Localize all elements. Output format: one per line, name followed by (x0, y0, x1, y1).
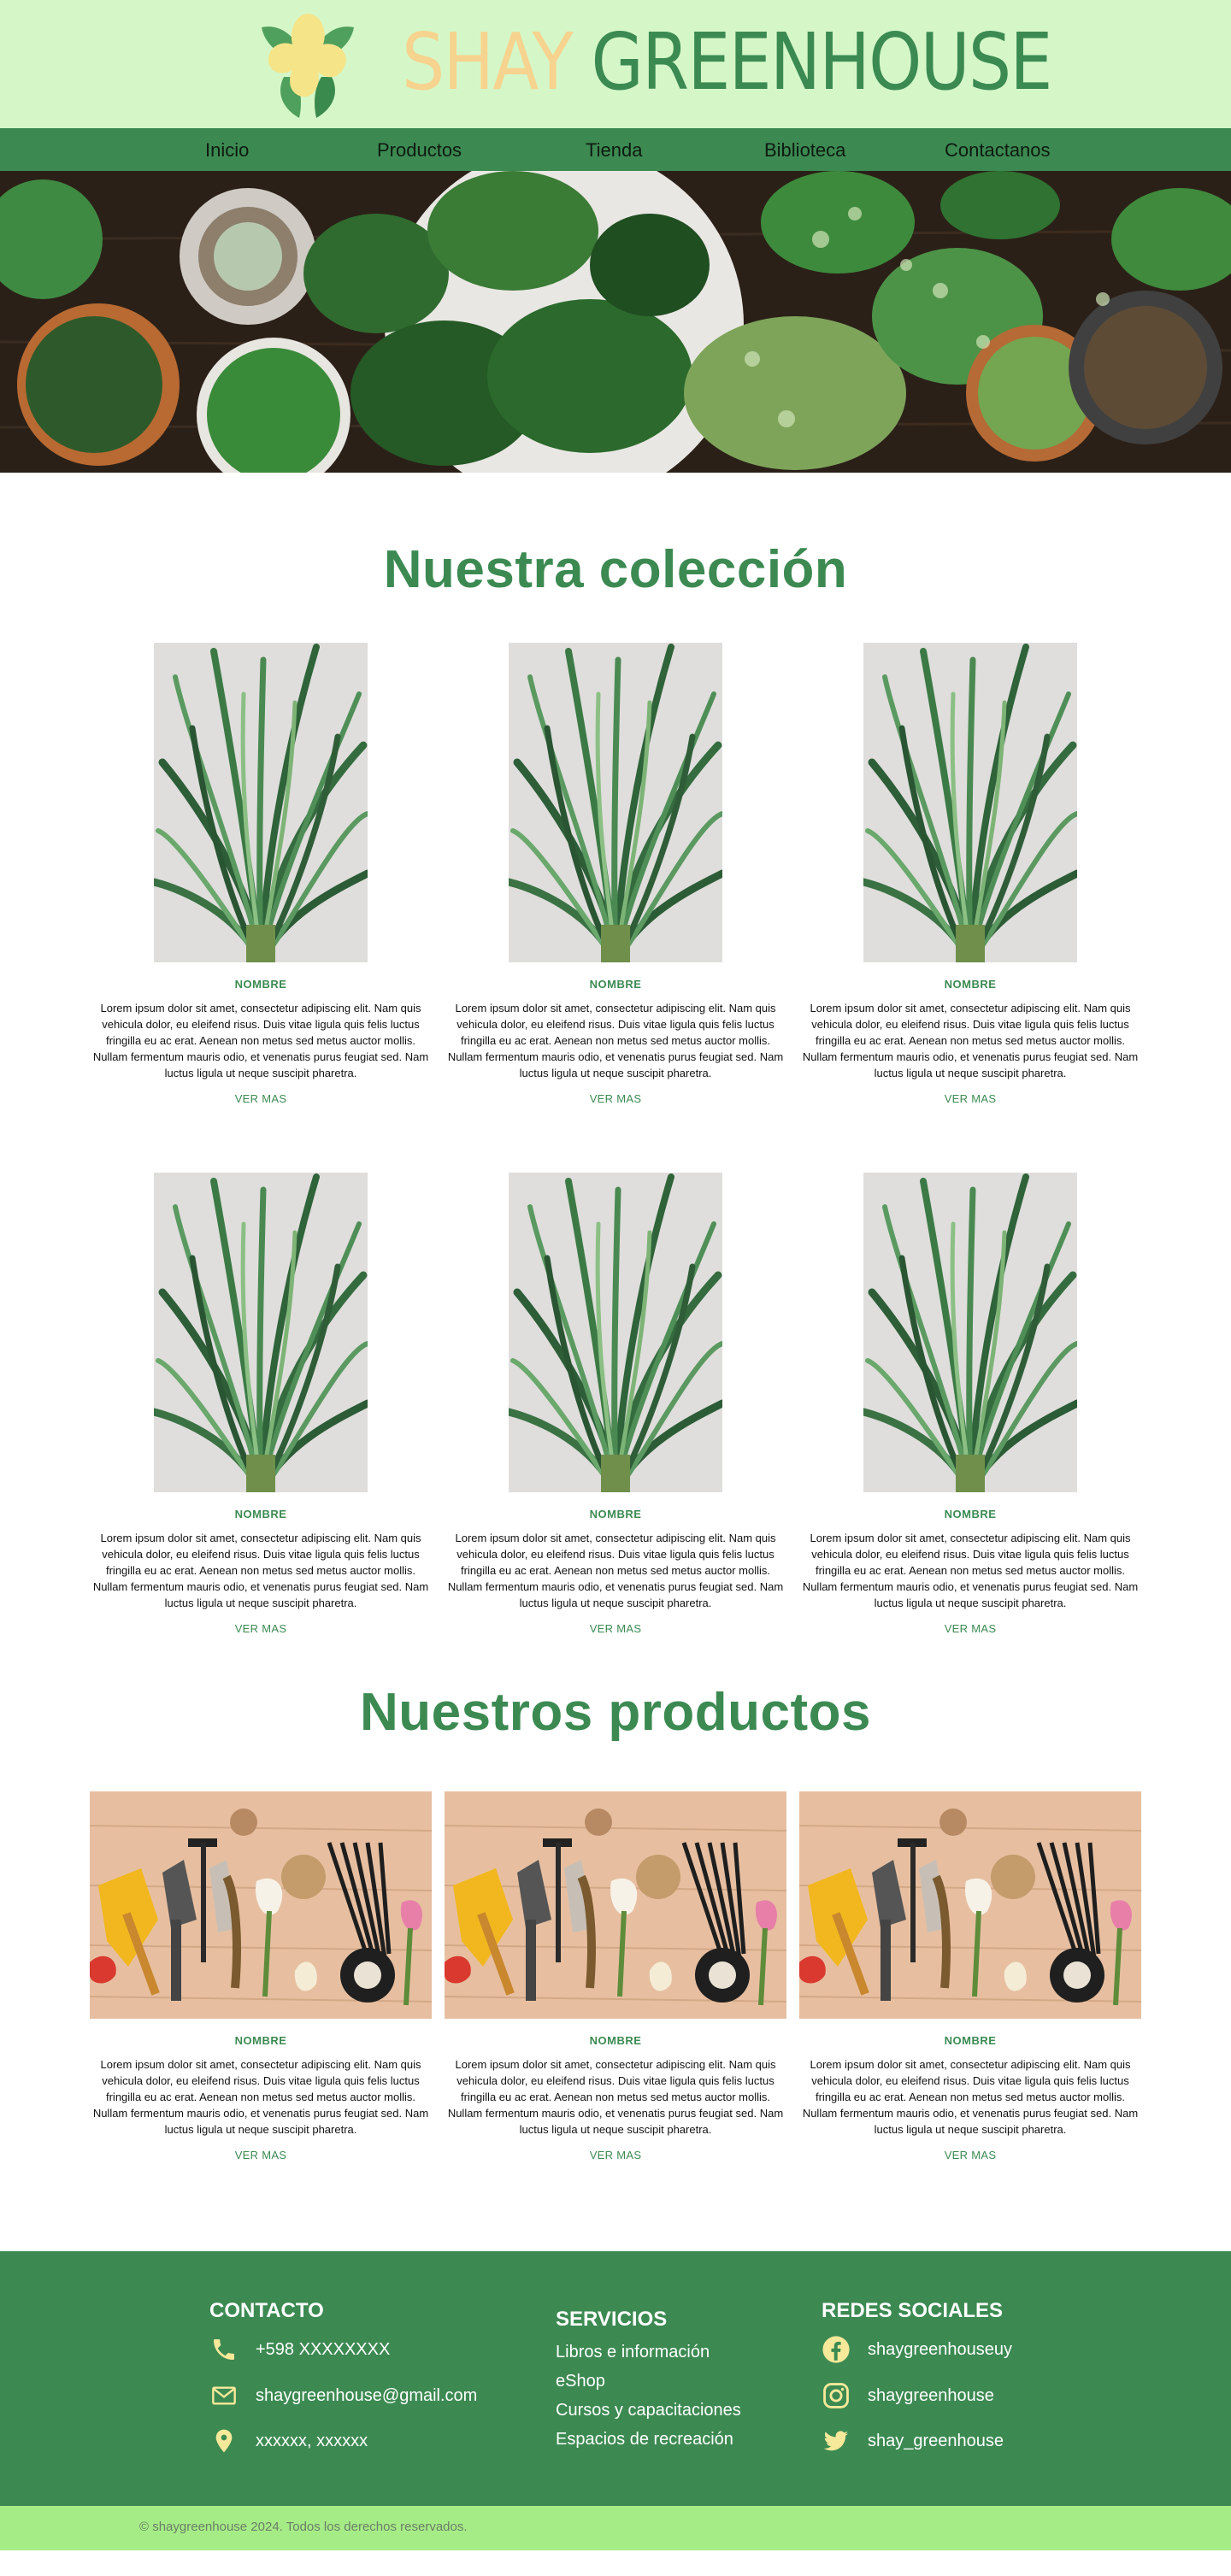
collection-card: NOMBRE Lorem ipsum dolor sit amet, conse… (799, 643, 1141, 1107)
site-footer: CONTACTO +598 XXXXXXXX shaygreenhouse@gm… (0, 2251, 1231, 2506)
social-twitter[interactable]: shay_greenhouse (822, 2426, 1004, 2455)
social-twitter-text: shay_greenhouse (868, 2431, 1004, 2450)
nav-contactanos[interactable]: Contactanos (945, 139, 1051, 162)
social-facebook[interactable]: shaygreenhouseuy (822, 2335, 1012, 2364)
collection-title: Nuestra colección (383, 540, 848, 599)
brand-first-word: SHAY (402, 16, 574, 108)
contact-location-text: xxxxxx, xxxxxx (256, 2431, 368, 2450)
main-nav: Inicio Productos Tienda Biblioteca Conta… (0, 128, 1231, 171)
card-description: Lorem ipsum dolor sit amet, consectetur … (447, 1002, 784, 1079)
service-link-cursos[interactable]: Cursos y capacitaciones (556, 2401, 741, 2420)
collection-card: NOMBRE Lorem ipsum dolor sit amet, conse… (90, 1173, 432, 1637)
plant-image[interactable] (154, 1173, 368, 1492)
collection-row-2: NOMBRE Lorem ipsum dolor sit amet, conse… (0, 1173, 1231, 1679)
plant-image[interactable] (863, 1173, 1077, 1492)
product-card: NOMBRE Lorem ipsum dolor sit amet, conse… (445, 1791, 786, 2163)
card-title: NOMBRE (944, 1508, 997, 1520)
collection-card: NOMBRE Lorem ipsum dolor sit amet, conse… (799, 1173, 1141, 1637)
ver-mas-link[interactable]: VER MAS (945, 1622, 997, 1635)
card-title: NOMBRE (589, 978, 642, 991)
site-header: SHAY GREENHOUSE (0, 0, 1231, 128)
social-heading: REDES SOCIALES (822, 2299, 1004, 2322)
card-title: NOMBRE (234, 978, 287, 991)
copyright-bar: © shaygreenhouse 2024. Todos los derecho… (0, 2506, 1231, 2550)
ver-mas-link[interactable]: VER MAS (945, 1092, 997, 1105)
services-heading: SERVICIOS (556, 2308, 668, 2331)
ver-mas-link[interactable]: VER MAS (945, 2149, 997, 2161)
service-link-espacios[interactable]: Espacios de recreación (556, 2430, 733, 2450)
nav-tienda[interactable]: Tienda (586, 139, 642, 162)
ver-mas-link[interactable]: VER MAS (235, 1622, 287, 1635)
collection-card: NOMBRE Lorem ipsum dolor sit amet, conse… (445, 1173, 786, 1637)
card-description: Lorem ipsum dolor sit amet, consectetur … (447, 2058, 784, 2136)
facebook-icon (822, 2335, 851, 2364)
products-title: Nuestros productos (359, 1683, 872, 1742)
card-description: Lorem ipsum dolor sit amet, consectetur … (802, 1532, 1139, 1609)
card-description: Lorem ipsum dolor sit amet, consectetur … (802, 1002, 1139, 1079)
card-title: NOMBRE (944, 2034, 997, 2047)
product-image[interactable] (445, 1791, 786, 2019)
phone-icon (209, 2335, 239, 2364)
social-instagram[interactable]: shaygreenhouse (822, 2381, 994, 2410)
contact-location[interactable]: xxxxxx, xxxxxx (209, 2426, 368, 2455)
ver-mas-link[interactable]: VER MAS (590, 1092, 642, 1105)
mail-icon (209, 2381, 239, 2410)
card-description: Lorem ipsum dolor sit amet, consectetur … (802, 2058, 1139, 2136)
plant-image[interactable] (154, 643, 368, 962)
card-description: Lorem ipsum dolor sit amet, consectetur … (92, 1532, 429, 1609)
social-instagram-text: shaygreenhouse (868, 2385, 994, 2405)
card-title: NOMBRE (589, 2034, 642, 2047)
service-link-libros[interactable]: Libros e información (556, 2343, 710, 2362)
contact-heading: CONTACTO (209, 2299, 324, 2322)
plant-image[interactable] (863, 643, 1077, 962)
card-description: Lorem ipsum dolor sit amet, consectetur … (92, 2058, 429, 2136)
product-card: NOMBRE Lorem ipsum dolor sit amet, conse… (90, 1791, 432, 2163)
plant-image[interactable] (509, 643, 722, 962)
logo-flower-icon[interactable] (250, 9, 366, 120)
contact-phone[interactable]: +598 XXXXXXXX (209, 2335, 390, 2364)
contact-phone-text: +598 XXXXXXXX (256, 2339, 391, 2359)
ver-mas-link[interactable]: VER MAS (235, 2149, 287, 2161)
plant-image[interactable] (509, 1173, 722, 1492)
nav-productos[interactable]: Productos (377, 139, 462, 162)
twitter-icon (822, 2426, 851, 2455)
card-title: NOMBRE (589, 1508, 642, 1520)
collection-card: NOMBRE Lorem ipsum dolor sit amet, conse… (445, 643, 786, 1107)
card-title: NOMBRE (234, 1508, 287, 1520)
collection-row-1: NOMBRE Lorem ipsum dolor sit amet, conse… (0, 643, 1231, 1173)
ver-mas-link[interactable]: VER MAS (590, 1622, 642, 1635)
nav-inicio[interactable]: Inicio (205, 139, 249, 162)
contact-email[interactable]: shaygreenhouse@gmail.com (209, 2381, 477, 2410)
card-title: NOMBRE (944, 978, 997, 991)
product-image[interactable] (799, 1791, 1141, 2019)
service-link-eshop[interactable]: eShop (556, 2372, 605, 2391)
location-pin-icon (209, 2426, 239, 2455)
ver-mas-link[interactable]: VER MAS (235, 1092, 287, 1105)
brand-second-word: GREENHOUSE (591, 16, 1053, 108)
copyright-text: © shaygreenhouse 2024. Todos los derecho… (139, 2520, 468, 2534)
brand-title[interactable]: SHAY GREENHOUSE (402, 15, 1053, 109)
product-card: NOMBRE Lorem ipsum dolor sit amet, conse… (799, 1791, 1141, 2163)
hero-image (0, 171, 1231, 473)
nav-biblioteca[interactable]: Biblioteca (764, 139, 845, 162)
card-description: Lorem ipsum dolor sit amet, consectetur … (447, 1532, 784, 1609)
products-row: NOMBRE Lorem ipsum dolor sit amet, conse… (0, 1791, 1231, 2251)
collection-card: NOMBRE Lorem ipsum dolor sit amet, conse… (90, 643, 432, 1107)
card-title: NOMBRE (234, 2034, 287, 2047)
ver-mas-link[interactable]: VER MAS (590, 2149, 642, 2161)
contact-email-text: shaygreenhouse@gmail.com (256, 2385, 478, 2405)
social-facebook-text: shaygreenhouseuy (868, 2339, 1013, 2359)
card-description: Lorem ipsum dolor sit amet, consectetur … (92, 1002, 429, 1079)
product-image[interactable] (90, 1791, 432, 2019)
instagram-icon (822, 2381, 851, 2410)
